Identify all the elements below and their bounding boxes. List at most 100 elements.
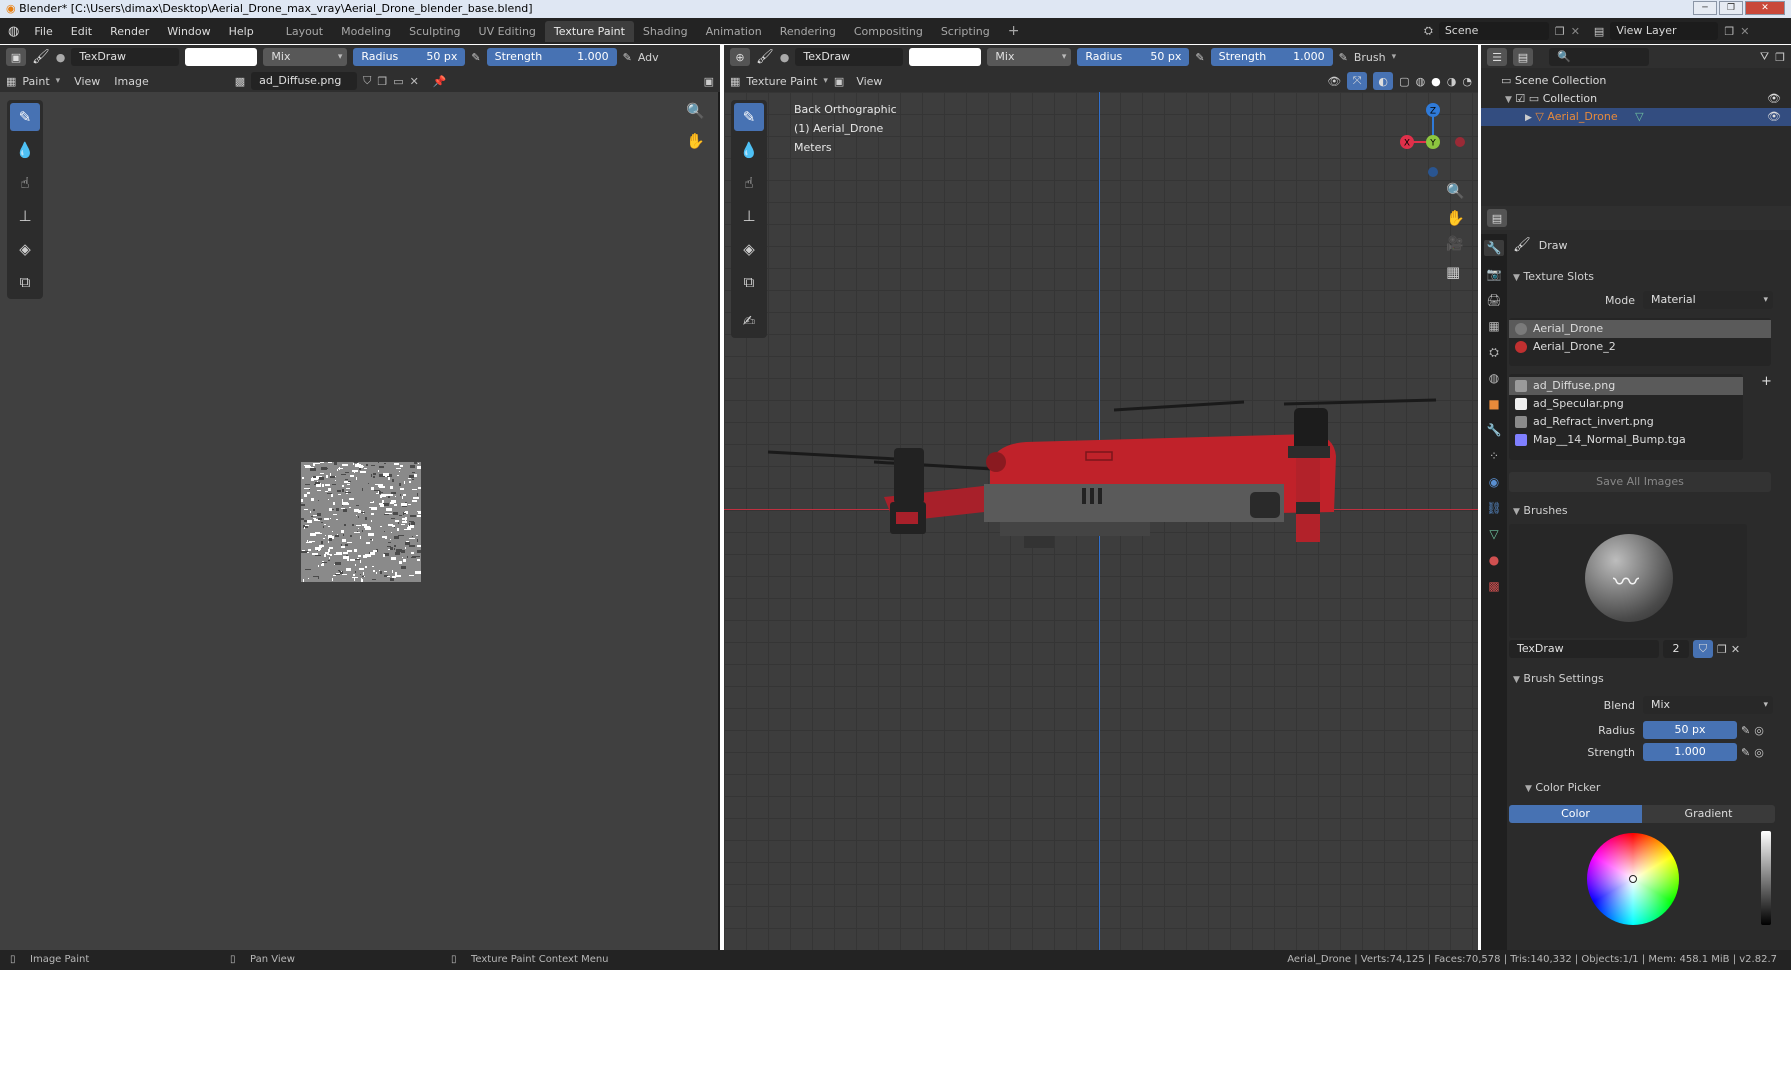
workspace-tab-shading[interactable]: Shading (634, 21, 697, 42)
workspace-tab-uv-editing[interactable]: UV Editing (470, 21, 545, 42)
color-tab[interactable]: Color (1509, 805, 1642, 823)
display-mode-icon[interactable]: ▤ (1513, 48, 1533, 66)
brush-color-swatch[interactable] (185, 48, 258, 66)
drone-model[interactable] (764, 352, 1464, 552)
smear-tool-icon[interactable]: ☝ (10, 169, 40, 197)
brush-blend-dropdown[interactable]: Mix (1643, 696, 1773, 714)
blend-mode-dropdown[interactable]: Mix (263, 48, 348, 66)
radius-slider[interactable]: Radius 50 px (353, 48, 466, 66)
paint-mode-dropdown[interactable]: Paint (22, 75, 49, 88)
workspace-tab-modeling[interactable]: Modeling (332, 21, 400, 42)
radius-pressure-icon[interactable]: ✎ (471, 51, 480, 64)
menu-edit[interactable]: Edit (62, 25, 101, 38)
new-collection-icon[interactable]: ❐ (1775, 51, 1785, 64)
brush-menu[interactable]: Brush (1354, 51, 1386, 64)
minimize-icon[interactable]: ─ (1693, 1, 1717, 15)
blender-menu-icon[interactable]: ◍ (0, 24, 25, 39)
menu-help[interactable]: Help (220, 25, 263, 38)
viewport-radius-slider[interactable]: Radius 50 px (1077, 48, 1190, 66)
viewport-view-menu[interactable]: View (856, 75, 882, 88)
pan-hand-icon[interactable]: ✋ (686, 132, 705, 150)
strength-slider[interactable]: Strength 1.000 (486, 48, 617, 66)
delete-scene-icon[interactable]: ✕ (1571, 25, 1580, 38)
viewport-strength-pressure-icon[interactable]: ✎ (1339, 51, 1348, 64)
viewport-soften-tool-icon[interactable]: 💧 (734, 136, 764, 164)
wireframe-shading-icon[interactable]: ◍ (1416, 75, 1426, 88)
solid-shading-icon[interactable]: ● (1431, 75, 1441, 88)
physics-tab-icon[interactable]: ◉ (1484, 474, 1504, 490)
fake-user-icon[interactable]: ⛉ (363, 74, 371, 88)
viewport-brush-color-swatch[interactable] (909, 48, 982, 66)
navigation-gizmo[interactable]: Z X Y (1393, 102, 1473, 182)
viewport-radius-pressure-icon[interactable]: ✎ (1195, 51, 1204, 64)
delete-view-layer-icon[interactable]: ✕ (1740, 25, 1749, 38)
expand-arrow-icon[interactable]: ▼ (1505, 95, 1512, 105)
texture-mode-dropdown[interactable]: Material (1643, 291, 1773, 309)
brush-datablock-name-field[interactable]: TexDraw (1509, 640, 1659, 658)
view-layer-icon[interactable]: ▤ (1594, 25, 1604, 38)
image-view-menu[interactable]: View (74, 75, 100, 88)
viewport-smear-tool-icon[interactable]: ☝ (734, 169, 764, 197)
material-slot-list[interactable]: Aerial_Drone Aerial_Drone_2 (1509, 318, 1771, 366)
workspace-tab-layout[interactable]: Layout (277, 21, 332, 42)
overlay-toggle-icon[interactable]: ◐ (1373, 72, 1394, 90)
material-slot-aerial-drone[interactable]: Aerial_Drone (1509, 320, 1771, 338)
render-tab-icon[interactable]: 📷 (1484, 266, 1504, 282)
mask-tool-icon[interactable]: ⧉ (10, 268, 40, 296)
outliner-row-aerial-drone[interactable]: ▶ ▽ Aerial_Drone ▽ 👁 (1481, 108, 1791, 126)
outliner-row-scene-collection[interactable]: ▭ Scene Collection (1481, 72, 1791, 90)
object-visibility-icon[interactable]: 👁 (1767, 108, 1781, 126)
radius-unit-icon[interactable]: ◎ (1754, 724, 1764, 737)
strength-pen-pressure-icon[interactable]: ✎ (1741, 746, 1750, 759)
filter-icon[interactable]: ⛛ (1760, 50, 1769, 64)
color-picker-panel-header[interactable]: ▼ Color Picker (1509, 779, 1787, 797)
clone-tool-icon[interactable]: ⊥ (10, 202, 40, 230)
image-slot-normal-bump[interactable]: Map__14_Normal_Bump.tga (1509, 431, 1743, 449)
draw-tool-icon[interactable]: ✎ (10, 103, 40, 131)
menu-window[interactable]: Window (158, 25, 219, 38)
world-tab-icon[interactable]: ◍ (1484, 370, 1504, 386)
image-slot-list[interactable]: ad_Diffuse.png ad_Specular.png ad_Refrac… (1509, 374, 1743, 460)
material-tab-icon[interactable]: ● (1484, 552, 1504, 568)
viewport-zoom-icon[interactable]: 🔍 (1446, 182, 1465, 200)
brush-name-field[interactable]: TexDraw (71, 48, 180, 66)
brushes-panel-header[interactable]: ▼ Brushes (1509, 502, 1787, 520)
close-window-icon[interactable]: ✕ (1745, 1, 1785, 15)
view-layer-field[interactable]: View Layer (1610, 22, 1719, 40)
fill-tool-icon[interactable]: ◈ (10, 235, 40, 263)
viewport-fill-tool-icon[interactable]: ◈ (734, 235, 764, 263)
strength-unit-icon[interactable]: ◎ (1754, 746, 1764, 759)
viewport-draw-tool-icon[interactable]: ✎ (734, 103, 764, 131)
outliner-editor-type-icon[interactable]: ☰ (1487, 48, 1507, 66)
perspective-toggle-icon[interactable]: ▦ (1446, 263, 1460, 281)
scene-icon[interactable]: ⛭ (1424, 24, 1433, 38)
tool-tab-icon[interactable]: 🔧 (1484, 240, 1504, 256)
strength-pressure-icon[interactable]: ✎ (623, 51, 632, 64)
image-image-menu[interactable]: Image (114, 75, 148, 88)
mode-dropdown[interactable]: Texture Paint (746, 75, 817, 88)
workspace-tab-scripting[interactable]: Scripting (932, 21, 999, 42)
soften-tool-icon[interactable]: 💧 (10, 136, 40, 164)
pin-icon[interactable]: 📌 (433, 75, 447, 88)
viewport-brush-name-field[interactable]: TexDraw (795, 48, 904, 66)
duplicate-brush-icon[interactable]: ❐ (1717, 643, 1727, 656)
brush-radius-slider[interactable]: 50 px (1643, 721, 1737, 739)
unlink-brush-icon[interactable]: ✕ (1731, 643, 1740, 656)
constraints-tab-icon[interactable]: ⛓ (1484, 500, 1504, 516)
image-slot-specular[interactable]: ad_Specular.png (1509, 395, 1743, 413)
annotate-tool-icon[interactable]: ✍ (734, 307, 764, 335)
material-shading-icon[interactable]: ◑ (1447, 75, 1457, 88)
workspace-tab-sculpting[interactable]: Sculpting (400, 21, 469, 42)
texture-tab-icon[interactable]: ▩ (1484, 578, 1504, 594)
viewport-editor-type-icon[interactable]: ⊕ (730, 48, 750, 66)
new-scene-icon[interactable]: ❐ (1555, 25, 1565, 38)
value-slider[interactable] (1761, 831, 1771, 925)
rendered-shading-icon[interactable]: ◔ (1462, 75, 1472, 88)
object-tab-icon[interactable]: ■ (1484, 396, 1504, 412)
viewport-pan-icon[interactable]: ✋ (1446, 209, 1465, 227)
viewport-strength-slider[interactable]: Strength 1.000 (1210, 48, 1333, 66)
view-layer-tab-icon[interactable]: ▦ (1484, 318, 1504, 334)
3d-viewport[interactable]: ✎ 💧 ☝ ⊥ ◈ ⧉ ✍ Back Orthographic (1) Aeri… (724, 92, 1478, 950)
workspace-tab-compositing[interactable]: Compositing (845, 21, 932, 42)
image-name-field[interactable]: ad_Diffuse.png (251, 72, 358, 90)
